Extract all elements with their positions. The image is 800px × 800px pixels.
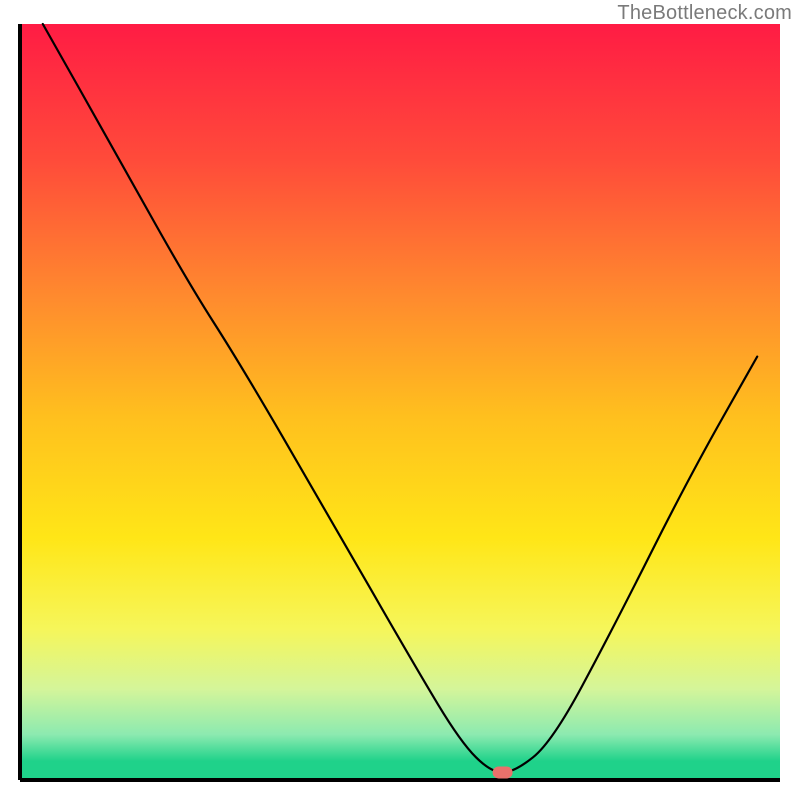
watermark-text: TheBottleneck.com — [617, 2, 792, 25]
optimal-point-marker — [493, 766, 513, 778]
gradient-background — [20, 24, 780, 780]
bottleneck-chart — [0, 0, 800, 800]
chart-stage: TheBottleneck.com — [0, 0, 800, 800]
